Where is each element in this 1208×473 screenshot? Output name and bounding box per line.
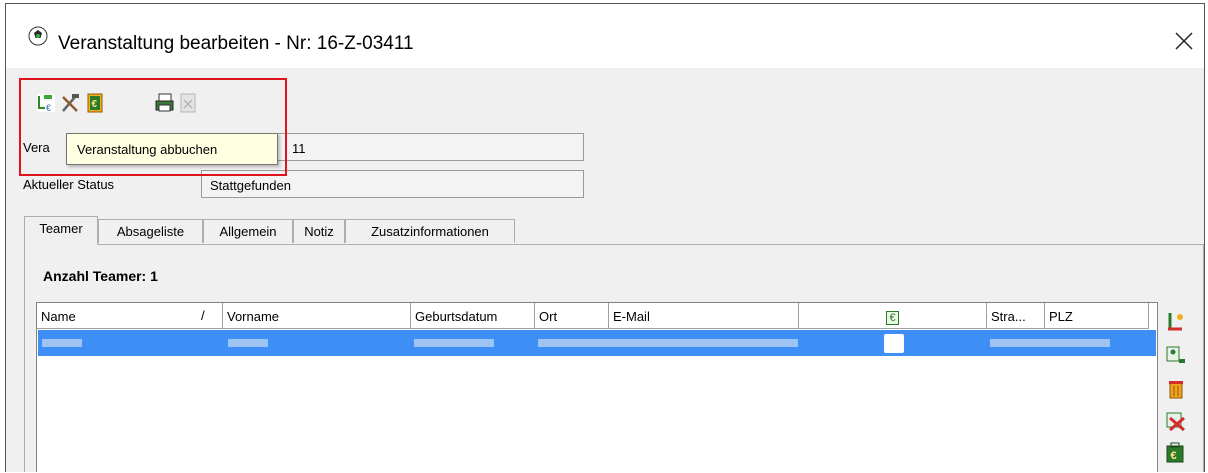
column-header-ort[interactable]: Ort (535, 303, 609, 329)
column-header-geburtsdatum[interactable]: Geburtsdatum (411, 303, 535, 329)
column-header-label: Name (41, 309, 76, 324)
svg-text:€: € (1171, 450, 1177, 462)
redacted-cell-vorname (228, 339, 268, 347)
edit-icon[interactable] (1164, 310, 1186, 332)
remove-icon[interactable] (1164, 410, 1186, 432)
tab-teamer[interactable]: Teamer (24, 216, 98, 245)
redacted-cell-name (42, 339, 82, 347)
column-header-strasse[interactable]: Stra... (987, 303, 1045, 329)
veranstaltung-value: 11 (292, 141, 306, 156)
tab-notiz[interactable]: Notiz (293, 219, 345, 243)
tab-zusatzinformationen[interactable]: Zusatzinformationen (345, 219, 515, 243)
table-row[interactable] (38, 330, 1156, 356)
trash-icon[interactable] (1164, 378, 1186, 400)
tab-absageliste[interactable]: Absageliste (98, 219, 203, 243)
tab-allgemein[interactable]: Allgemein (203, 219, 293, 243)
window-title: Veranstaltung bearbeiten - Nr: 16-Z-0341… (58, 33, 414, 54)
close-icon[interactable] (1172, 29, 1196, 53)
status-label: Aktueller Status (23, 177, 115, 192)
teamer-table: Name / Vorname Geburtsdatum Ort E-Mail €… (36, 302, 1158, 472)
column-header-plz[interactable]: PLZ (1045, 303, 1149, 329)
teamer-count: Anzahl Teamer: 1 (43, 268, 158, 284)
title-bar: Veranstaltung bearbeiten - Nr: 16-Z-0341… (6, 4, 1204, 68)
column-header-email[interactable]: E-Mail (609, 303, 799, 329)
export-user-icon[interactable] (1164, 344, 1186, 366)
redacted-cell-geburtsdatum (414, 339, 494, 347)
dialog-window: Veranstaltung bearbeiten - Nr: 16-Z-0341… (5, 3, 1205, 472)
column-header-euro[interactable]: € (799, 303, 987, 329)
row-checkbox[interactable] (884, 334, 904, 353)
sort-icon: / (201, 308, 205, 323)
column-header-vorname[interactable]: Vorname (223, 303, 411, 329)
redacted-cell-email (538, 339, 798, 347)
cash-icon[interactable]: € (1164, 442, 1186, 464)
highlight-box (19, 78, 287, 176)
redacted-cell-address (990, 339, 1110, 347)
column-header-name[interactable]: Name / (37, 303, 223, 329)
euro-column-icon: € (886, 311, 899, 325)
app-icon (28, 26, 48, 46)
